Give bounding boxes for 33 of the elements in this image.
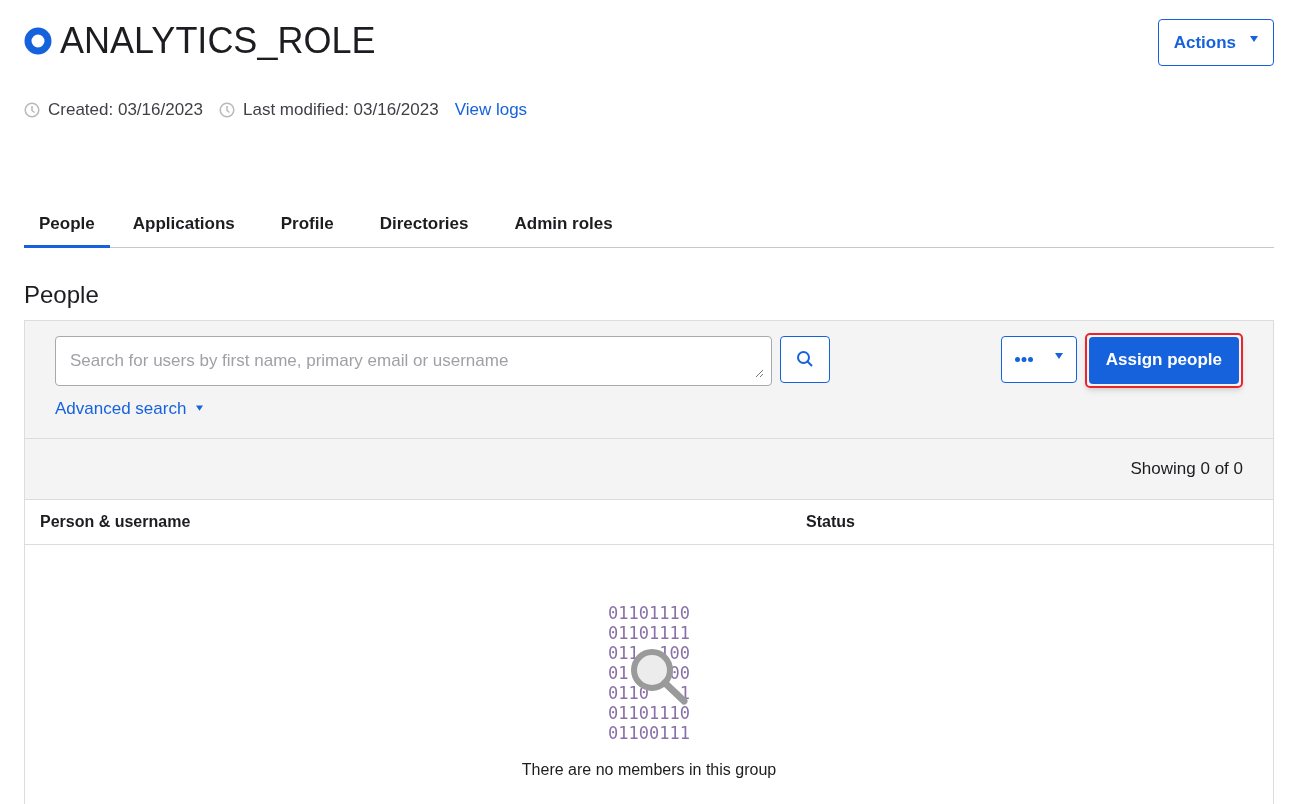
empty-message: There are no members in this group	[521, 759, 777, 780]
binary-line: 01101110	[608, 602, 690, 623]
date-text: Created: 03/16/2023	[48, 99, 203, 121]
clock-icon	[219, 101, 235, 118]
more-options-button[interactable]	[1000, 335, 1077, 383]
page-title: ANALYTICS_ROLE	[60, 21, 376, 61]
caret-icon	[1054, 353, 1063, 359]
tab[interactable]: People	[24, 202, 110, 248]
clock-icon	[24, 101, 40, 118]
tab[interactable]: Admin roles	[491, 202, 636, 248]
result-count: Showing 0 of 0	[1130, 457, 1243, 480]
binary-line: 01100111	[608, 722, 690, 743]
binary-line: 01101111	[608, 622, 690, 643]
column-header: Status	[806, 511, 855, 532]
search-field[interactable]: Search for users by first name, primary email or username	[55, 335, 772, 386]
ellipsis-icon	[1014, 356, 1033, 362]
assign-people-button[interactable]: Assign people	[1088, 336, 1239, 384]
search-button[interactable]	[780, 335, 830, 383]
tab[interactable]: Applications	[109, 202, 258, 248]
caret-icon	[196, 405, 204, 412]
section-heading: People	[24, 279, 100, 310]
date-text: Last modified: 03/16/2023	[243, 99, 439, 121]
resize-grip-icon	[755, 368, 764, 378]
actions-button[interactable]: Actions	[1157, 19, 1274, 66]
search-icon	[796, 350, 814, 368]
caret-icon	[1250, 35, 1258, 42]
column-header: Person & username	[40, 511, 192, 532]
status-ring-icon	[24, 27, 52, 55]
advanced-search-link[interactable]: Advanced search	[55, 395, 204, 421]
view-logs-link[interactable]: View logs	[454, 97, 528, 123]
binary-line: 01101110	[608, 702, 690, 723]
tab[interactable]: Profile	[257, 202, 357, 248]
tab[interactable]: Directories	[356, 202, 492, 248]
